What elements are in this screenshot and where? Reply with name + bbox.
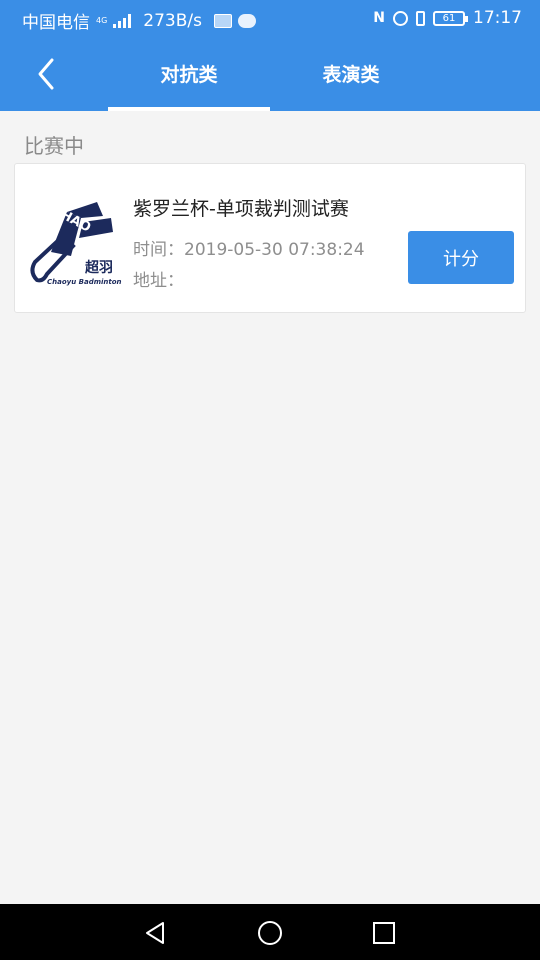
battery-icon: 61 — [433, 10, 468, 26]
triangle-back-icon — [146, 922, 164, 944]
system-nav-bar — [0, 904, 540, 960]
status-right: N 61 17:17 — [373, 8, 522, 28]
vibrate-icon — [416, 10, 425, 26]
score-button[interactable]: 计分 — [408, 231, 514, 284]
chevron-left-icon — [38, 58, 54, 90]
time-value: 2019-05-30 07:38:24 — [184, 240, 365, 260]
signal-icon — [113, 13, 132, 28]
network-speed: 273B/s — [143, 10, 202, 31]
logo-text-cn: 超羽 — [84, 259, 113, 276]
gallery-notification-icon — [214, 13, 232, 28]
status-left: 中国电信 4G 273B/s — [22, 8, 256, 33]
time-label: 时间： — [133, 240, 184, 260]
match-card[interactable]: CHAO 超羽 Chaoyu Badminton 紫罗兰杯-单项裁判测试赛 时间… — [14, 163, 526, 313]
match-address-row: 地址： — [133, 266, 184, 291]
status-bar: 中国电信 4G 273B/s N 61 17:17 — [0, 0, 540, 36]
chaoyu-badminton-logo: CHAO 超羽 Chaoyu Badminton — [30, 202, 122, 286]
section-label: 比赛中 — [24, 134, 84, 158]
nav-home-button[interactable] — [253, 916, 287, 950]
nav-recent-button[interactable] — [367, 916, 401, 950]
app-header: 对抗类 表演类 — [0, 36, 540, 111]
active-tab-indicator — [108, 107, 270, 111]
square-recent-icon — [373, 922, 395, 944]
circle-home-icon — [258, 921, 282, 945]
match-time-row: 时间：2019-05-30 07:38:24 — [133, 235, 365, 260]
chat-notification-icon — [238, 13, 256, 28]
nav-back-button[interactable] — [138, 916, 172, 950]
carrier-name: 中国电信 — [22, 13, 90, 33]
address-label: 地址： — [133, 271, 184, 291]
battery-level: 61 — [442, 12, 456, 24]
clock: 17:17 — [473, 8, 522, 28]
nfc-icon: N — [373, 10, 385, 26]
back-button[interactable] — [28, 54, 68, 94]
logo-text-en: Chaoyu Badminton — [47, 278, 122, 286]
alarm-icon — [393, 10, 408, 26]
network-type: 4G — [96, 15, 108, 25]
tab-performance[interactable]: 表演类 — [270, 36, 432, 111]
match-title: 紫罗兰杯-单项裁判测试赛 — [133, 198, 349, 220]
tab-confrontation[interactable]: 对抗类 — [108, 36, 270, 111]
